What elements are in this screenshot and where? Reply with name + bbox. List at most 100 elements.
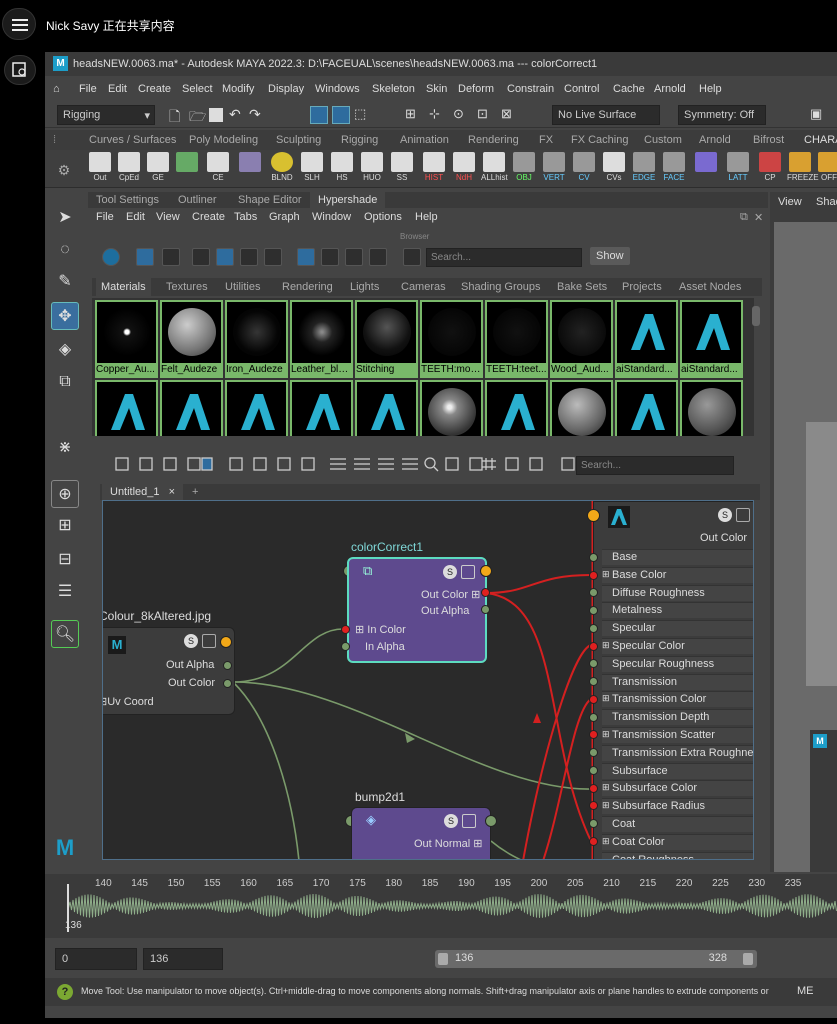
material-swatch[interactable]: TEETH:teet... [485,300,548,378]
ai-port-row[interactable]: Coat [602,816,753,832]
snap-curve-icon[interactable]: ⊹ [429,106,447,124]
joint-tool-icon[interactable]: ⋇ [51,434,79,462]
menu-select[interactable]: Select [182,83,213,95]
sort-az-icon[interactable] [297,248,315,266]
shelf-btn-off[interactable]: OFF [816,152,837,186]
mel-label[interactable]: ME [797,985,814,997]
menu-deform[interactable]: Deform [458,83,494,95]
move-tool-icon[interactable]: ✥ [51,302,79,330]
float-panel-icon[interactable]: ⧉ [740,211,748,224]
ai-port-row[interactable]: ⊞ Subsurface Radius [602,798,753,815]
expand-icon[interactable]: ⊞ [602,693,610,704]
menu-create[interactable]: Create [138,83,171,95]
swatch-s-icon[interactable]: S [184,634,198,648]
hs-menu-help[interactable]: Help [415,211,438,223]
tab-bake-sets[interactable]: Bake Sets [557,281,607,293]
shelf-btn-checker[interactable] [174,152,200,186]
port-dot[interactable] [589,837,598,846]
shelf-btn-ndh[interactable]: NdH [451,152,477,186]
shelf-tab-curves[interactable]: Curves / Surfaces [89,134,176,146]
shelf-btn-blnd[interactable]: BLND [269,152,295,186]
view-icons-icon[interactable] [136,248,154,266]
layout-four-icon[interactable]: ⊞ [51,512,79,540]
port-dot[interactable] [589,713,598,722]
select-component-icon[interactable]: ⬚ [354,106,372,124]
snap-grid-icon[interactable]: ⊞ [405,106,423,124]
ai-standard-surface-node[interactable]: S Out Color Base ⊞ Base Color Diffuse Rough… [593,501,753,859]
material-swatch[interactable] [225,380,288,436]
expand-icon[interactable]: ⊞ [602,800,610,811]
current-frame-marker[interactable] [67,884,69,932]
material-swatch[interactable] [485,380,548,436]
tab-outliner[interactable]: Outliner [178,194,217,206]
ai-port-row[interactable]: Metalness [602,602,753,619]
hs-menu-view[interactable]: View [156,211,180,223]
menu-constrain[interactable]: Constrain [507,83,554,95]
port-dot[interactable] [589,571,598,580]
menu-cache[interactable]: Cache [613,83,645,95]
material-swatch[interactable]: aiStandard... [680,300,743,378]
hs-menu-create[interactable]: Create [192,211,225,223]
color-correct-node[interactable]: ⧉ S Out Color ⊞ Out Alpha ⊞ In Color In … [347,557,487,663]
port-dot[interactable] [589,766,598,775]
zoom-icon[interactable]: 🔍︎ [51,620,79,648]
shelf-btn-cv[interactable]: CV [571,152,597,186]
home-icon[interactable]: ⌂ [53,83,60,95]
hs-menu-graph[interactable]: Graph [269,211,300,223]
cc-output-port[interactable] [480,565,492,577]
tab-asset-nodes[interactable]: Asset Nodes [679,281,741,293]
material-swatch[interactable]: Felt_Audeze [160,300,223,378]
toggle-on-icon[interactable] [102,248,120,266]
shelf-tab-custom[interactable]: Custom [644,134,682,146]
view-xlarge-icon[interactable] [264,248,282,266]
port-dot[interactable] [481,588,490,597]
hs-menu-edit[interactable]: Edit [126,211,145,223]
shelf-tab-arnold[interactable]: Arnold [699,134,731,146]
snap-surface-icon[interactable]: ⊠ [501,106,519,124]
anim-start-field[interactable]: 136 [143,948,223,970]
material-swatch[interactable] [290,380,353,436]
shelf-btn-ge[interactable]: GE [145,152,171,186]
ai-port-row[interactable]: Subsurface [602,762,753,779]
material-swatch[interactable]: TEETH:mou... [420,300,483,378]
live-surface-field[interactable]: No Live Surface [552,105,660,125]
shelf-btn-obj[interactable]: OBJ [511,152,537,186]
shelf-settings-icon[interactable]: ⚙ [51,152,77,186]
port-dot[interactable] [341,625,350,634]
ai-port-row[interactable]: ⊞ Base Color [602,566,753,583]
file-texture-node[interactable]: M S Out Alpha Out Color ⊞Uv Coord [103,627,235,715]
ai-port-row[interactable]: ⊞ Subsurface Color [602,780,753,797]
swatch-s-icon[interactable]: S [718,508,732,522]
port-dot[interactable] [589,659,598,668]
tab-cameras[interactable]: Cameras [401,281,446,293]
shelf-tab-sculpting[interactable]: Sculpting [276,134,321,146]
shelf-btn-latt[interactable]: LATT [725,152,751,186]
ai-port-row[interactable]: Transmission Depth [602,709,753,726]
grid-scrollbar[interactable] [752,306,760,326]
show-button[interactable]: Show [590,247,630,265]
close-panel-icon[interactable]: ✕ [754,211,763,224]
menu-edit[interactable]: Edit [108,83,127,95]
viewport-panel[interactable]: View Shad M [770,192,837,872]
ai-port-row[interactable]: ⊞ Transmission Scatter [602,727,753,743]
view-small-icon[interactable] [192,248,210,266]
menu-help[interactable]: Help [699,83,722,95]
range-bar[interactable]: 136 328 [435,950,757,968]
material-swatch[interactable] [95,380,158,436]
shelf-btn-face[interactable]: FACE [661,152,687,186]
shelf-tab-poly[interactable]: Poly Modeling [189,134,258,146]
select-hierarchy-icon[interactable] [310,106,328,124]
hs-menu-file[interactable]: File [96,211,114,223]
material-swatch[interactable] [355,380,418,436]
material-swatch[interactable] [160,380,223,436]
material-swatch[interactable] [550,380,613,436]
port-dot[interactable] [589,784,598,793]
material-swatch[interactable]: Wood_Aud... [550,300,613,378]
save-scene-icon[interactable] [209,108,223,122]
port-dot[interactable] [481,605,490,614]
swatch-s-icon[interactable]: S [444,814,458,828]
expand-icon[interactable]: ⊞ [602,782,610,793]
range-end-handle[interactable] [743,953,753,965]
shelf-btn-out[interactable]: Out [87,152,113,186]
bump-output-port[interactable] [485,815,497,827]
